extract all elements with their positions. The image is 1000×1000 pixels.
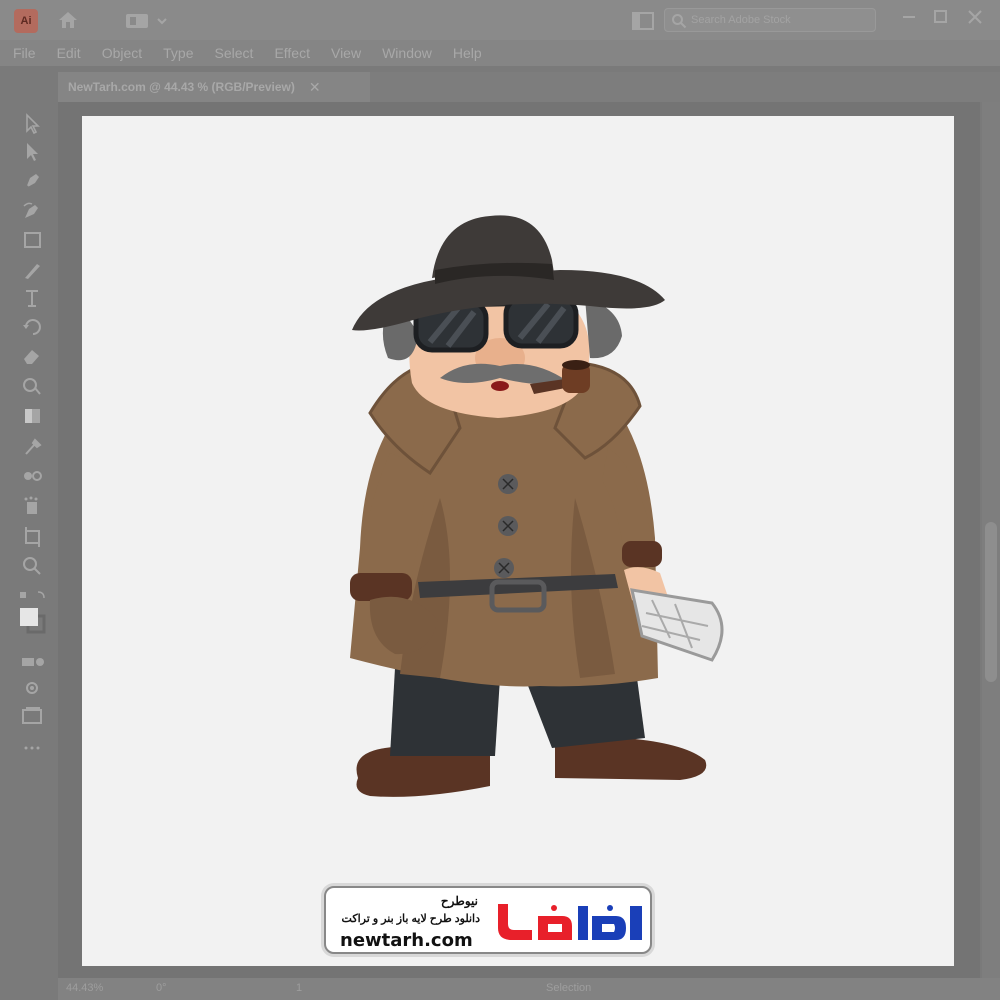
menu-window[interactable]: Window: [382, 45, 432, 61]
curvature-tool-icon[interactable]: [18, 198, 46, 222]
menu-object[interactable]: Object: [102, 45, 142, 61]
menu-view[interactable]: View: [331, 45, 361, 61]
shape-builder-tool-icon[interactable]: [18, 374, 46, 398]
document-tab[interactable]: NewTarh.com @ 44.43 % (RGB/Preview) ✕: [58, 72, 370, 102]
newtarh-watermark: نیوطرح دانلود طرح لایه باز بنر و تراکت n…: [324, 886, 652, 954]
tool-mode: Selection: [546, 982, 592, 994]
watermark-url: newtarh.com: [340, 930, 473, 951]
status-bar: 44.43% 0° 1 Selection: [58, 978, 1000, 1000]
watermark-subtitle: دانلود طرح لایه باز بنر و تراکت: [341, 913, 480, 925]
rotation-angle[interactable]: 0°: [156, 982, 167, 994]
arrange-documents-icon[interactable]: [632, 11, 654, 31]
search-icon: [672, 14, 687, 29]
minimize-icon[interactable]: [898, 6, 920, 28]
detective-illustration[interactable]: [340, 208, 740, 808]
tab-close-icon[interactable]: ✕: [309, 79, 321, 96]
newtarh-logo: [498, 904, 642, 940]
watermark-title: نیوطرح: [440, 894, 478, 908]
fill-stroke-swatches-icon[interactable]: [18, 590, 46, 638]
search-input[interactable]: [691, 11, 871, 29]
vertical-scrollbar[interactable]: [982, 102, 1000, 978]
menu-file[interactable]: File: [13, 45, 36, 61]
menu-help[interactable]: Help: [453, 45, 482, 61]
title-bar: Ai: [0, 0, 1000, 40]
home-icon[interactable]: [56, 8, 80, 32]
eyedropper-tool-icon[interactable]: [18, 434, 46, 458]
artboard-tool-icon[interactable]: [18, 524, 46, 548]
symbol-sprayer-tool-icon[interactable]: [18, 494, 46, 518]
zoom-tool-icon[interactable]: [18, 554, 46, 578]
tools-panel: [12, 104, 52, 764]
artboard-number[interactable]: 1: [296, 982, 302, 994]
menu-effect[interactable]: Effect: [274, 45, 310, 61]
direct-selection-tool-icon[interactable]: [18, 140, 46, 164]
eraser-tool-icon[interactable]: [18, 344, 46, 368]
close-window-icon[interactable]: [964, 6, 986, 28]
zoom-level[interactable]: 44.43%: [66, 982, 103, 994]
scrollbar-thumb[interactable]: [985, 522, 997, 682]
app-logo: Ai: [14, 9, 38, 33]
menu-type[interactable]: Type: [163, 45, 193, 61]
rotate-tool-icon[interactable]: [18, 314, 46, 338]
workspace-switcher-icon[interactable]: [124, 11, 174, 31]
document-tab-label: NewTarh.com @ 44.43 % (RGB/Preview): [68, 80, 295, 94]
restore-icon[interactable]: [930, 6, 952, 28]
menu-bar: File Edit Object Type Select Effect View…: [0, 40, 1000, 66]
gradient-tool-icon[interactable]: [18, 404, 46, 428]
screen-mode-icon[interactable]: [18, 676, 46, 700]
menu-select[interactable]: Select: [215, 45, 254, 61]
draw-mode-icon[interactable]: [18, 650, 46, 674]
pen-tool-icon[interactable]: [18, 168, 46, 192]
document-tab-bar: NewTarh.com @ 44.43 % (RGB/Preview) ✕: [58, 72, 1000, 102]
change-screen-mode-icon[interactable]: [18, 704, 46, 728]
search-box[interactable]: [664, 8, 876, 32]
paintbrush-tool-icon[interactable]: [18, 258, 46, 282]
edit-toolbar-icon[interactable]: [18, 736, 46, 760]
selection-tool-icon[interactable]: [18, 112, 46, 136]
blend-tool-icon[interactable]: [18, 464, 46, 488]
type-tool-icon[interactable]: [18, 286, 46, 310]
rectangle-tool-icon[interactable]: [18, 228, 46, 252]
menu-edit[interactable]: Edit: [57, 45, 81, 61]
